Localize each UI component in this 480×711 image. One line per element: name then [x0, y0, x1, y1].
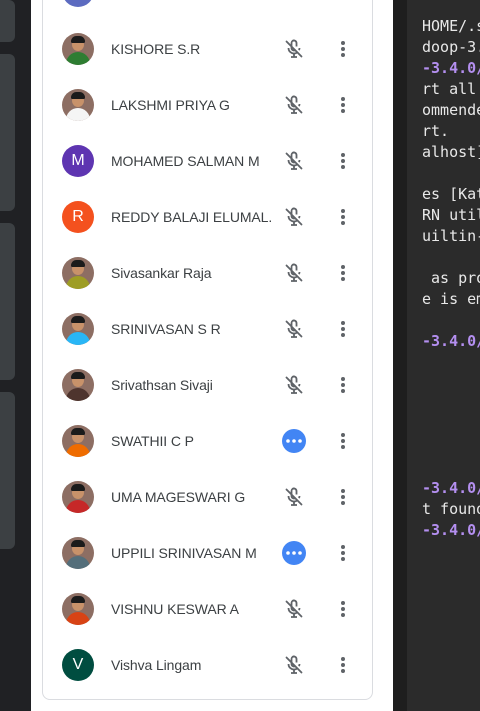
participant-row[interactable]: LAKSHMI PRIYA G — [43, 77, 372, 133]
mic-off-icon[interactable] — [282, 37, 306, 61]
video-area-strip — [0, 0, 31, 711]
avatar — [62, 0, 94, 7]
mic-off-icon[interactable] — [282, 0, 306, 7]
participant-name: KISHORE S.R — [111, 41, 201, 57]
video-tile[interactable] — [0, 392, 15, 549]
terminal-line: as proc — [431, 269, 480, 287]
more-options-icon[interactable] — [331, 653, 355, 677]
more-options-icon[interactable] — [331, 373, 355, 397]
avatar — [62, 313, 94, 345]
terminal-line: RN util — [422, 206, 480, 224]
participant-name: Srivathsan Sivaji — [111, 377, 213, 393]
more-options-icon[interactable] — [331, 261, 355, 285]
mic-off-icon[interactable] — [282, 597, 306, 621]
avatar: V — [62, 649, 94, 681]
terminal-line: e is emp — [422, 290, 480, 308]
participant-row[interactable]: SRINIVASAN S R — [43, 301, 372, 357]
participant-row[interactable]: UPPILI SRINIVASAN M — [43, 525, 372, 581]
more-options-icon[interactable] — [331, 37, 355, 61]
terminal-line: rt. — [422, 122, 450, 140]
participant-row[interactable]: KISHORE S.R — [43, 21, 372, 77]
more-options-icon[interactable] — [331, 429, 355, 453]
participant-name: Vishva Lingam — [111, 657, 202, 673]
participants-panel: KISHORE S.R LAKSHMI PRIYA G M MOHAMED SALMA… — [31, 0, 421, 711]
terminal-line: -3.4.0/s — [422, 332, 480, 350]
more-options-icon[interactable] — [331, 317, 355, 341]
mic-off-icon[interactable] — [282, 261, 306, 285]
more-options-icon[interactable] — [331, 541, 355, 565]
participants-list: KISHORE S.R LAKSHMI PRIYA G M MOHAMED SALMA… — [42, 0, 373, 700]
mic-off-icon[interactable] — [282, 653, 306, 677]
more-options-icon[interactable] — [331, 93, 355, 117]
participant-name: Sivasankar Raja — [111, 265, 212, 281]
participant-name: SRINIVASAN S R — [111, 321, 221, 337]
participant-name: LAKSHMI PRIYA G — [111, 97, 230, 113]
mic-off-icon[interactable] — [282, 317, 306, 341]
terminal-line: t found — [422, 500, 480, 518]
avatar: M — [62, 145, 94, 177]
terminal-line: rt all / — [422, 80, 477, 98]
mic-off-icon[interactable] — [282, 485, 306, 509]
participant-row[interactable]: M MOHAMED SALMAN M — [43, 133, 372, 189]
mic-off-icon[interactable] — [282, 149, 306, 173]
terminal-line: -3.4.0/s — [422, 479, 480, 497]
avatar — [62, 369, 94, 401]
participant-row[interactable]: Sivasankar Raja — [43, 245, 372, 301]
more-options-icon[interactable] — [331, 597, 355, 621]
avatar — [62, 425, 94, 457]
avatar — [62, 257, 94, 289]
video-tile[interactable] — [0, 223, 15, 380]
terminal-line: alhost] — [422, 143, 480, 161]
terminal-output: HOME/.ss doop-3.4 -3.4.0/s rt all / ommended… — [422, 16, 480, 541]
more-options-icon[interactable] — [331, 149, 355, 173]
more-options-icon[interactable] — [331, 485, 355, 509]
participant-row[interactable]: VISHNU KESWAR A — [43, 581, 372, 637]
terminal-line: es [Kath — [422, 185, 480, 203]
mic-off-icon[interactable] — [282, 205, 306, 229]
speaking-dots-icon[interactable] — [282, 429, 306, 453]
terminal-line: HOME/.ss — [422, 17, 480, 35]
avatar — [62, 537, 94, 569]
participant-row[interactable]: V Vishva Lingam — [43, 637, 372, 693]
avatar — [62, 89, 94, 121]
participant-name: UMA MAGESWARI G — [111, 489, 246, 505]
terminal-line: -3.4.0/s — [422, 59, 480, 77]
participant-name: MOHAMED SALMAN M — [111, 153, 260, 169]
speaking-dots-icon[interactable] — [282, 541, 306, 565]
terminal-window[interactable]: HOME/.ss doop-3.4 -3.4.0/s rt all / ommended… — [393, 0, 480, 711]
video-tile[interactable] — [0, 54, 15, 211]
avatar — [62, 481, 94, 513]
terminal-line: -3.4.0/s — [422, 521, 480, 539]
participant-row[interactable]: UMA MAGESWARI G — [43, 469, 372, 525]
avatar — [62, 33, 94, 65]
avatar — [62, 593, 94, 625]
participant-row[interactable]: SWATHII C P — [43, 413, 372, 469]
participant-name: REDDY BALAJI ELUMAL... — [111, 209, 271, 225]
participant-name: UPPILI SRINIVASAN M — [111, 545, 257, 561]
terminal-line: ommended — [422, 101, 480, 119]
participant-name: VISHNU KESWAR A — [111, 601, 239, 617]
participant-name: SWATHII C P — [111, 433, 194, 449]
participant-row[interactable]: Srivathsan Sivaji — [43, 357, 372, 413]
terminal-line: uiltin-j — [422, 227, 480, 245]
video-tile[interactable] — [0, 0, 15, 42]
avatar: R — [62, 201, 94, 233]
mic-off-icon[interactable] — [282, 373, 306, 397]
more-options-icon[interactable] — [331, 205, 355, 229]
terminal-line: doop-3.4 — [422, 38, 480, 56]
participant-row[interactable]: R REDDY BALAJI ELUMAL... — [43, 189, 372, 245]
mic-off-icon[interactable] — [282, 93, 306, 117]
